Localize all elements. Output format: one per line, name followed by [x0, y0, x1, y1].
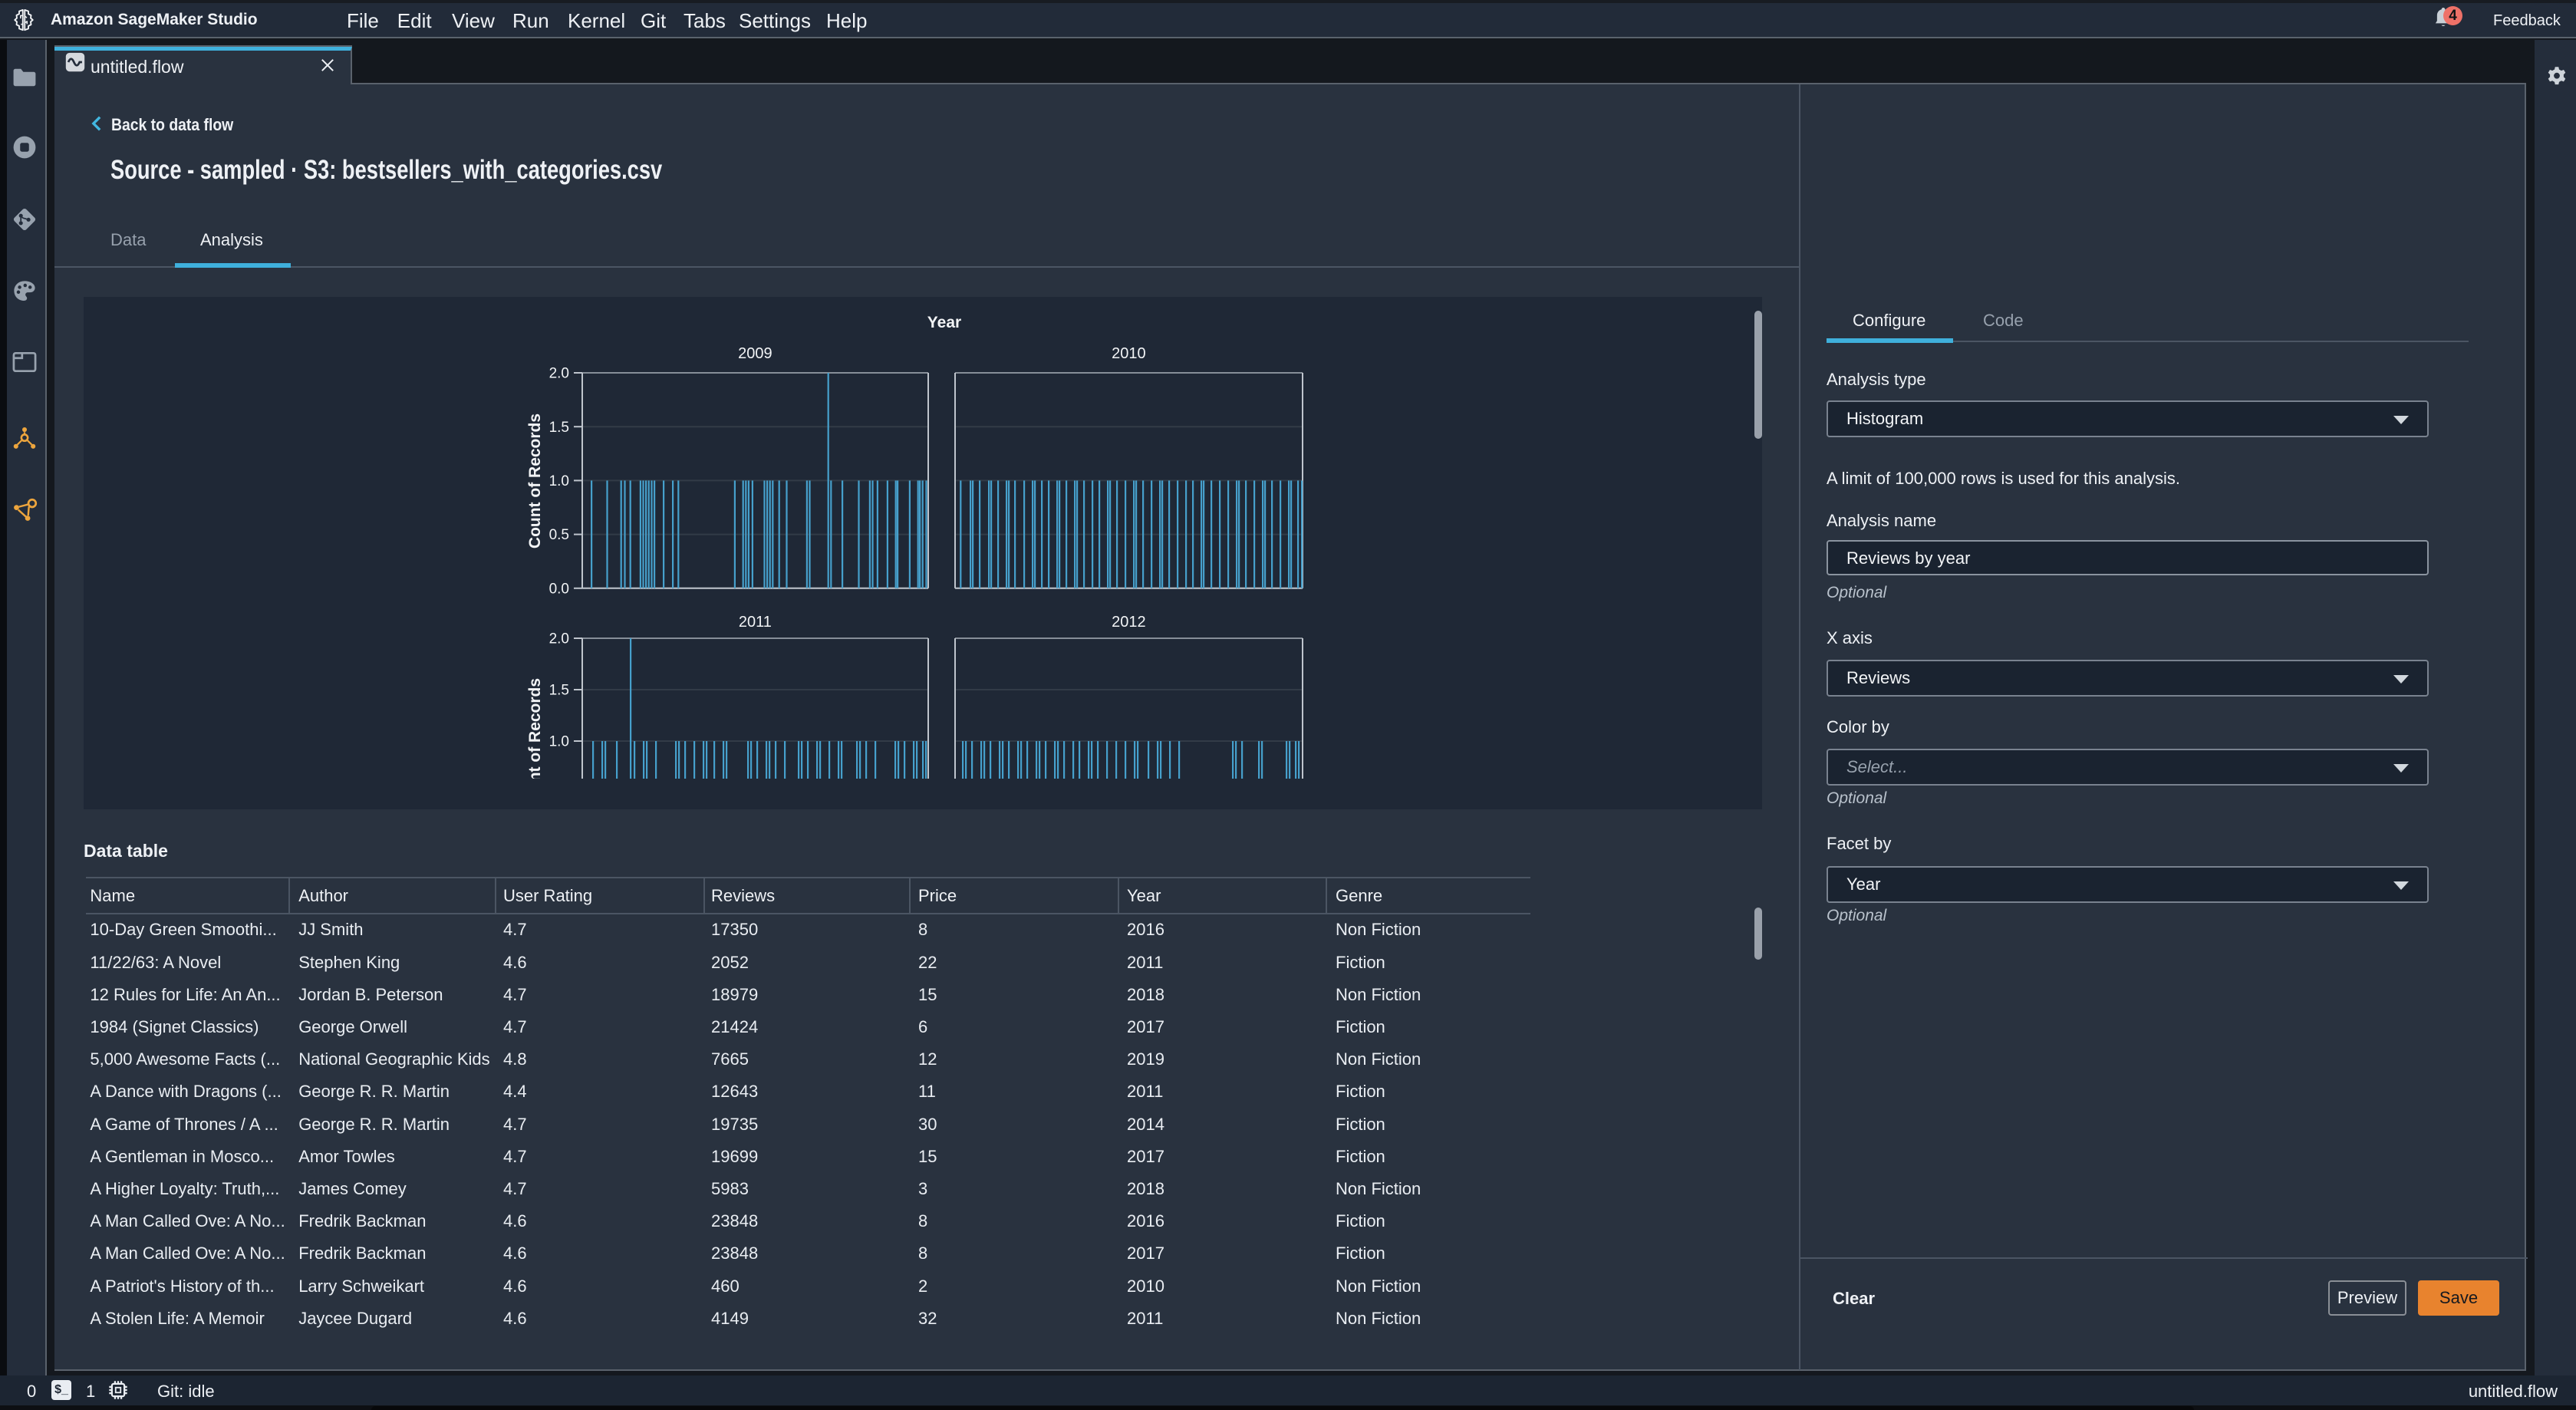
svg-text:0.5: 0.5	[549, 527, 569, 543]
svg-text:Year: Year	[927, 314, 961, 331]
svg-text:1.0: 1.0	[549, 473, 569, 489]
svg-text:2.0: 2.0	[549, 366, 569, 382]
svg-text:1.5: 1.5	[549, 683, 569, 699]
svg-text:0.0: 0.0	[549, 581, 569, 597]
svg-text:2.0: 2.0	[549, 631, 569, 647]
svg-text:Count of Records: Count of Records	[526, 413, 544, 549]
svg-text:2012: 2012	[1112, 614, 1146, 631]
svg-text:1.5: 1.5	[549, 420, 569, 436]
svg-text:1.0: 1.0	[549, 734, 569, 750]
svg-text:2010: 2010	[1112, 345, 1146, 362]
svg-text:2011: 2011	[739, 614, 772, 631]
svg-text:2009: 2009	[738, 345, 772, 362]
svg-text:Count of Records: Count of Records	[526, 678, 544, 779]
